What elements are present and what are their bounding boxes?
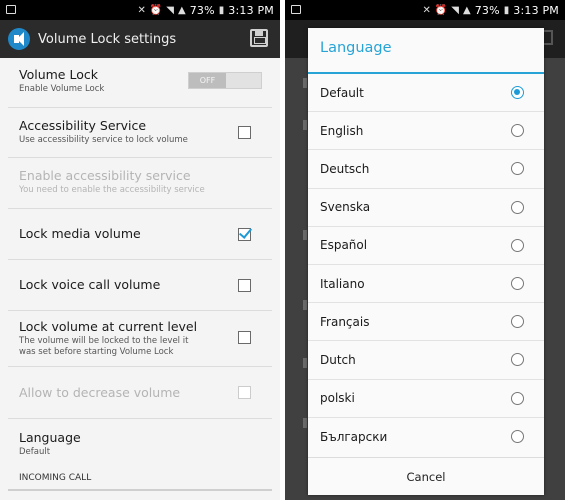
- battery-icon: ▮: [218, 4, 225, 16]
- radio-button[interactable]: [511, 315, 524, 329]
- alarm-icon: ⏰: [434, 4, 448, 16]
- lock-media-checkbox[interactable]: [238, 228, 251, 241]
- battery-percent: 73%: [474, 3, 500, 17]
- pref-lock-media-volume[interactable]: Lock media volume: [8, 209, 272, 260]
- pref-summary: Default: [19, 447, 51, 457]
- language-option-label: Български: [320, 429, 388, 444]
- clock: 3:13 PM: [513, 3, 559, 17]
- radio-button[interactable]: [511, 353, 524, 367]
- language-option[interactable]: polski: [308, 380, 544, 418]
- pref-title: Language: [19, 430, 81, 445]
- pref-language[interactable]: Language Default: [8, 419, 272, 469]
- pref-volume-lock[interactable]: Volume Lock Enable Volume Lock OFF: [8, 58, 272, 108]
- wifi-icon: ◥: [166, 4, 174, 16]
- language-option-label: Svenska: [320, 200, 371, 215]
- pref-allow-decrease: Allow to decrease volume: [8, 367, 272, 419]
- radio-button[interactable]: [511, 429, 524, 443]
- language-dialog: Language Default English Deutsch Svenska Esp…: [308, 28, 544, 495]
- pref-title: Accessibility Service: [19, 118, 147, 133]
- action-bar: Volume Lock settings: [0, 20, 280, 58]
- pref-lock-current-level[interactable]: Lock volume at current level The volume …: [8, 311, 272, 367]
- mute-icon: ✕: [137, 4, 146, 16]
- pref-summary-line-2: was set before starting Volume Lock: [19, 347, 174, 357]
- settings-screen: ✕ ⏰ ◥ ▲ 73% ▮ 3:13 PM Volume Lock settin…: [0, 0, 280, 500]
- speaker-icon: [8, 28, 30, 50]
- language-option-label: Français: [320, 314, 370, 329]
- allow-decrease-checkbox: [238, 386, 251, 399]
- language-option[interactable]: Español: [308, 227, 544, 265]
- pref-title: Lock media volume: [19, 226, 141, 241]
- gallery-notification-icon: [6, 5, 16, 14]
- dimmed-text-fragment: [303, 300, 307, 310]
- settings-list: Volume Lock Enable Volume Lock OFF Acces…: [8, 58, 272, 491]
- section-title: INCOMING CALL: [19, 473, 92, 483]
- language-option[interactable]: Default: [308, 74, 544, 113]
- pref-title: Enable accessibility service: [19, 168, 191, 183]
- lock-current-checkbox[interactable]: [238, 331, 251, 344]
- pref-enable-accessibility: Enable accessibility service You need to…: [8, 158, 272, 209]
- radio-button[interactable]: [511, 238, 524, 252]
- radio-button[interactable]: [511, 124, 524, 138]
- language-option-label: Italiano: [320, 276, 365, 291]
- language-option[interactable]: Français: [308, 303, 544, 342]
- dialog-title: Language: [308, 28, 544, 74]
- page-title: Volume Lock settings: [38, 31, 177, 47]
- radio-button[interactable]: [511, 276, 524, 290]
- pref-summary: You need to enable the accessibility ser…: [19, 185, 205, 195]
- language-option-label: English: [320, 123, 364, 138]
- alarm-icon: ⏰: [149, 4, 163, 16]
- language-option[interactable]: Deutsch: [308, 150, 544, 189]
- language-option-label: Dutch: [320, 352, 356, 367]
- battery-percent: 73%: [189, 3, 215, 17]
- dimmed-text-fragment: [303, 418, 307, 428]
- radio-button[interactable]: [511, 162, 524, 176]
- language-option-label: Default: [320, 85, 364, 100]
- language-option-label: Español: [320, 238, 368, 253]
- accessibility-checkbox[interactable]: [238, 126, 251, 139]
- dimmed-text-fragment: [303, 358, 307, 368]
- radio-button[interactable]: [511, 86, 524, 99]
- language-options: Default English Deutsch Svenska Español Itali…: [308, 74, 544, 456]
- language-option[interactable]: Български: [308, 418, 544, 456]
- section-header-incoming-call: INCOMING CALL: [8, 469, 272, 491]
- volume-lock-toggle[interactable]: OFF: [188, 72, 262, 89]
- toggle-off-label: OFF: [189, 73, 226, 88]
- wifi-icon: ◥: [451, 4, 459, 16]
- dimmed-text-fragment: [303, 230, 307, 240]
- language-option[interactable]: English: [308, 112, 544, 151]
- save-icon[interactable]: [250, 29, 268, 47]
- language-option[interactable]: Svenska: [308, 189, 544, 227]
- pref-summary: Use accessibility service to lock volume: [19, 135, 188, 145]
- clock: 3:13 PM: [228, 3, 274, 17]
- pref-summary-line-1: The volume will be locked to the level i…: [19, 336, 189, 346]
- signal-icon: ▲: [462, 4, 471, 16]
- pref-title: Lock voice call volume: [19, 277, 161, 292]
- language-option[interactable]: Italiano: [308, 265, 544, 304]
- dialog-footer: Cancel: [308, 457, 544, 495]
- battery-icon: ▮: [503, 4, 510, 16]
- status-bar: ✕ ⏰ ◥ ▲ 73% ▮ 3:13 PM: [285, 0, 565, 20]
- language-option-label: Deutsch: [320, 161, 370, 176]
- gallery-notification-icon: [291, 5, 301, 14]
- language-option[interactable]: Dutch: [308, 341, 544, 380]
- pref-lock-voice-call-volume[interactable]: Lock voice call volume: [8, 260, 272, 311]
- pref-title: Allow to decrease volume: [19, 385, 181, 400]
- lock-voice-checkbox[interactable]: [238, 279, 251, 292]
- cancel-button[interactable]: Cancel: [407, 470, 446, 484]
- signal-icon: ▲: [177, 4, 186, 16]
- language-option-label: polski: [320, 391, 355, 406]
- status-bar: ✕ ⏰ ◥ ▲ 73% ▮ 3:13 PM: [0, 0, 280, 20]
- dimmed-text-fragment: [303, 120, 307, 130]
- radio-button[interactable]: [511, 200, 524, 214]
- pref-title: Lock volume at current level: [19, 319, 198, 334]
- dimmed-text-fragment: [303, 78, 307, 88]
- language-dialog-screen: ✕ ⏰ ◥ ▲ 73% ▮ 3:13 PM Language Default En…: [285, 0, 565, 500]
- mute-icon: ✕: [422, 4, 431, 16]
- pref-accessibility-service[interactable]: Accessibility Service Use accessibility …: [8, 108, 272, 158]
- radio-button[interactable]: [511, 391, 524, 405]
